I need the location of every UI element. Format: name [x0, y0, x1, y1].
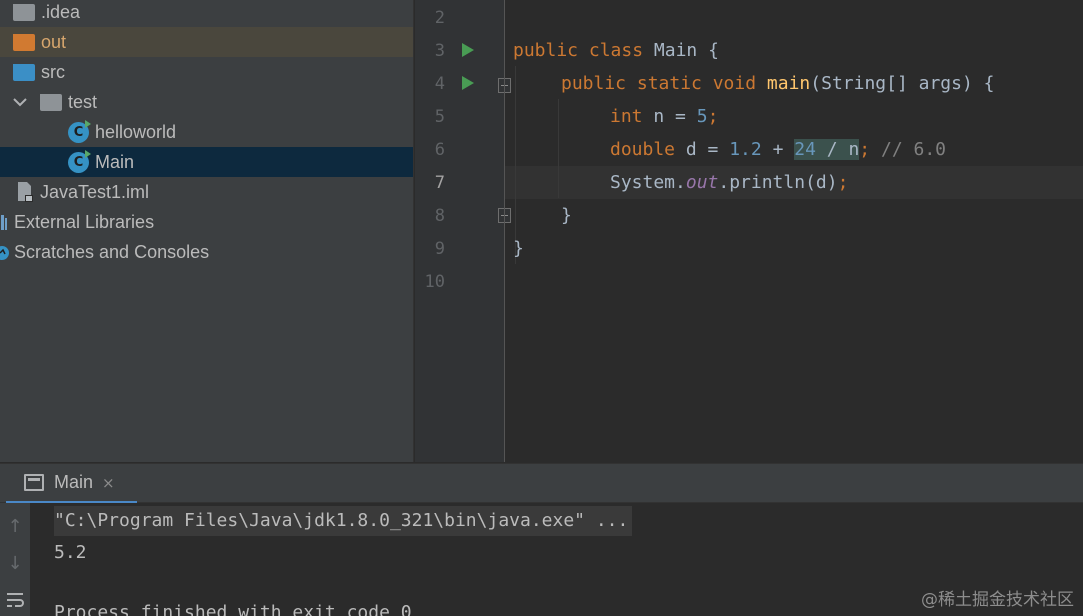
code-text: n = [653, 106, 697, 127]
run-tab-label: Main [54, 472, 94, 492]
tree-item-label: out [41, 31, 67, 52]
tree-item-iml[interactable]: JavaTest1.iml [0, 177, 413, 207]
line-number: 8 [434, 206, 445, 226]
folder-icon [40, 93, 62, 111]
tree-item-label: helloworld [95, 121, 177, 142]
project-tree-panel: .idea out src test C helloworld C Main J… [0, 0, 414, 462]
code-line-5: int n = 5; [610, 100, 718, 133]
console-command-line: "C:\Program Files\Java\jdk1.8.0_321\bin\… [54, 506, 633, 536]
tree-item-src[interactable]: src [0, 57, 413, 87]
tree-item-label: JavaTest1.iml [40, 181, 150, 202]
tree-item-helloworld[interactable]: C helloworld [0, 117, 413, 147]
console-icon [24, 474, 44, 491]
tree-item-label: Main [95, 151, 135, 172]
code-text: } [561, 205, 572, 226]
code-line-8: } [561, 199, 572, 232]
code-line-9: } [513, 232, 524, 265]
close-icon[interactable]: × [102, 474, 115, 492]
line-number: 3 [434, 41, 445, 61]
keyword: static [636, 73, 713, 94]
comment: // 6.0 [870, 139, 946, 160]
tree-item-label: test [68, 91, 98, 112]
code-text: + [761, 139, 795, 160]
static-field: out [685, 172, 719, 193]
code-line-7: System.out.println(d); [610, 166, 848, 199]
code-line-4: public static void main(String[] args) { [561, 67, 995, 100]
code-text: } [513, 238, 524, 259]
line-number: 5 [434, 107, 445, 127]
code-text: d = [685, 139, 730, 160]
run-main-icon[interactable] [462, 76, 474, 90]
code-area[interactable]: public class Main { public static void m… [505, 0, 1083, 462]
tree-item-main[interactable]: C Main [0, 147, 413, 177]
keyword: double [610, 139, 686, 160]
keyword: int [610, 106, 654, 127]
code-text: System. [610, 172, 686, 193]
console-exit-line: Process finished with exit code 0 [54, 602, 412, 616]
tree-item-label: src [41, 61, 65, 82]
tree-item-scratches[interactable]: Scratches and Consoles [0, 237, 413, 267]
number-literal: 24 [794, 139, 816, 160]
arrow-down-icon[interactable]: ↓ [3, 552, 27, 576]
arrow-up-icon[interactable]: ↑ [3, 515, 27, 539]
semicolon: ; [859, 139, 871, 160]
line-number: 4 [434, 74, 445, 94]
tree-item-out[interactable]: out [0, 27, 413, 57]
soft-wrap-icon[interactable] [3, 591, 27, 615]
java-class-icon: C [68, 119, 91, 143]
code-text: .println(d) [718, 172, 838, 193]
keyword: class [588, 40, 654, 61]
number-literal: 1.2 [729, 139, 762, 160]
scratches-icon [0, 242, 10, 262]
keyword: public [513, 40, 589, 61]
folder-icon [13, 3, 35, 21]
keyword: void [712, 73, 767, 94]
code-line-6: double d = 1.2 + 24 / n; // 6.0 [610, 133, 946, 166]
editor-gutter: 2 3 4 5 6 7 8 9 10 [415, 0, 511, 462]
module-file-icon [16, 181, 34, 203]
line-number: 2 [434, 8, 445, 28]
line-number: 10 [424, 272, 445, 292]
code-line-3: public class Main { [513, 34, 719, 67]
code-text: Main { [653, 40, 719, 61]
watermark: @稀土掘金技术社区 [921, 590, 1074, 610]
chevron-down-icon[interactable] [12, 94, 28, 110]
code-text: / n [815, 139, 860, 160]
run-tool-window: Main × ↑ ↓ "C:\Program Files\Java\jdk1.8… [0, 463, 1083, 616]
folder-blue-icon [13, 63, 35, 81]
method-name: main [766, 73, 811, 94]
run-class-icon[interactable] [462, 43, 474, 57]
keyword: public [561, 73, 637, 94]
folder-orange-icon [13, 33, 35, 51]
tree-item-external-libraries[interactable]: External Libraries [0, 207, 413, 237]
tree-item-label: .idea [41, 1, 81, 22]
line-number-current: 7 [434, 173, 445, 193]
indent-guide [558, 99, 559, 198]
code-text: (String[] args) { [810, 73, 995, 94]
run-tab-main[interactable]: Main × [6, 464, 137, 504]
semicolon: ; [707, 106, 719, 127]
tree-item-idea[interactable]: .idea [0, 0, 413, 27]
library-icon [0, 212, 8, 232]
line-number: 6 [434, 140, 445, 160]
tree-item-label: Scratches and Consoles [14, 241, 210, 262]
run-side-toolbar: ↑ ↓ [0, 503, 30, 616]
number-literal: 5 [696, 106, 708, 127]
line-number: 9 [434, 239, 445, 259]
java-class-icon: C [68, 149, 91, 173]
run-tool-header: Main × [0, 463, 1083, 504]
tree-item-test[interactable]: test [0, 87, 413, 117]
console-output-line: 5.2 [54, 542, 87, 563]
tree-item-label: External Libraries [14, 211, 155, 232]
semicolon: ; [837, 172, 849, 193]
highlighted-expression: 24 / n [794, 139, 860, 160]
code-editor[interactable]: 2 3 4 5 6 7 8 9 10 public class Main { p… [415, 0, 1083, 462]
